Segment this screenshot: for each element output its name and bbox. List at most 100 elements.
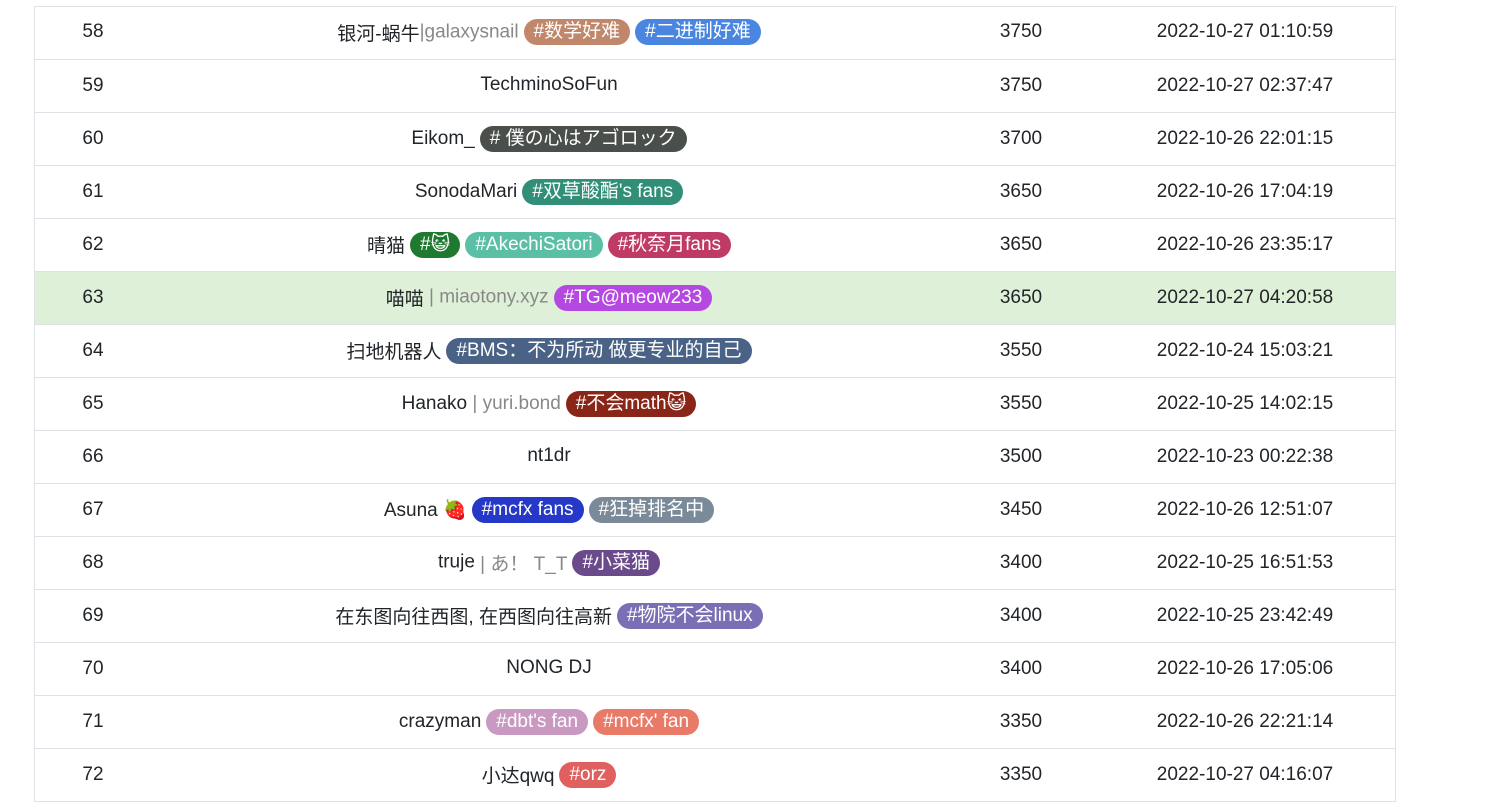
user-suffix: | yuri.bond [467,392,561,414]
user-tag-badge: #dbt's fan [486,708,589,735]
user-name: 晴猫 [366,236,405,257]
score-cell: 3350 [947,748,1095,802]
score-cell: 3650 [947,165,1095,219]
time-cell: 2022-10-26 22:21:14 [1095,695,1396,749]
score-cell: 3500 [947,430,1095,484]
score-cell: 3650 [947,271,1095,325]
table-row: 60 Eikom_ # 僕の心はアゴロック 3700 2022-10-26 22:01:… [34,112,1396,166]
user-cell: crazyman #dbt's fan #mcfx' fan [151,695,947,749]
user-name: SonodaMari [414,180,518,202]
rank-cell: 66 [34,430,151,484]
user-cell: truje | あ！ T_T #小菜猫 [151,536,947,590]
user-tag-badge: #双草酸酯's fans [522,178,684,205]
scoreboard: 58 银河-蜗牛|galaxysnail #数学好难 #二进制好难 3750 2022-1… [34,6,1396,802]
table-row: 71 crazyman #dbt's fan #mcfx' fan 3350 2022-1… [34,695,1396,749]
user-name: Eikom_ [411,127,475,149]
time-cell: 2022-10-27 02:37:47 [1095,59,1396,113]
user-tag-badge: #😺 [409,231,461,258]
rank-cell: 67 [34,483,151,537]
user-tag-badge: #狂掉排名中 [588,496,715,523]
score-cell: 3550 [947,324,1095,378]
user-suffix: | miaotony.xyz [423,286,549,308]
scoreboard-body: 58 银河-蜗牛|galaxysnail #数学好难 #二进制好难 3750 2022-1… [34,6,1396,802]
user-name: 扫地机器人 [346,342,442,363]
score-cell: 3750 [947,59,1095,113]
user-tag-badge: #AkechiSatori [465,231,603,258]
user-cell: Eikom_ # 僕の心はアゴロック [151,112,947,166]
table-row: 70 NONG DJ 3400 2022-10-26 17:05:06 [34,642,1396,696]
user-tag-badge: #小菜猫 [572,549,661,576]
time-cell: 2022-10-26 23:35:17 [1095,218,1396,272]
user-tag-badge: #mcfx fans [471,496,584,523]
rank-cell: 69 [34,589,151,643]
user-cell: 小达qwq #orz [151,748,947,802]
table-row: 65 Hanako | yuri.bond #不会math😺 3550 2022-10-… [34,377,1396,431]
user-suffix: |galaxysnail [419,21,519,43]
user-cell: Hanako | yuri.bond #不会math😺 [151,377,947,431]
user-cell: 喵喵 | miaotony.xyz #TG@meow233 [151,271,947,325]
rank-cell: 59 [34,59,151,113]
time-cell: 2022-10-23 00:22:38 [1095,430,1396,484]
rank-cell: 62 [34,218,151,272]
user-name: 喵喵 [385,289,424,310]
user-tag-badge: #秋奈月fans [607,231,732,258]
user-name: crazyman [398,710,482,732]
user-tag-badge: #BMS：不为所动 做更专业的自己 [446,337,752,364]
user-tag-badge: #orz [559,761,617,788]
table-row: 66 nt1dr 3500 2022-10-23 00:22:38 [34,430,1396,484]
time-cell: 2022-10-26 22:01:15 [1095,112,1396,166]
rank-cell: 58 [34,6,151,60]
table-row: 64 扫地机器人 #BMS：不为所动 做更专业的自己 3550 2022-10-24 1… [34,324,1396,378]
user-cell: Asuna 🍓 #mcfx fans #狂掉排名中 [151,483,947,537]
user-name: truje [437,551,475,573]
score-cell: 3400 [947,536,1095,590]
rank-cell: 68 [34,536,151,590]
rank-cell: 65 [34,377,151,431]
rank-cell: 71 [34,695,151,749]
score-cell: 3550 [947,377,1095,431]
user-cell: NONG DJ [151,642,947,696]
rank-cell: 60 [34,112,151,166]
user-tag-badge: #mcfx' fan [593,708,700,735]
table-row: 72 小达qwq #orz 3350 2022-10-27 04:16:07 [34,748,1396,802]
time-cell: 2022-10-26 12:51:07 [1095,483,1396,537]
table-row: 58 银河-蜗牛|galaxysnail #数学好难 #二进制好难 3750 2022-1… [34,6,1396,60]
user-name: 银河-蜗牛 [337,23,420,45]
table-row: 62 晴猫 #😺 #AkechiSatori #秋奈月fans 3650 2022-10-2… [34,218,1396,272]
table-row: 59 TechminoSoFun 3750 2022-10-27 02:37:47 [34,59,1396,113]
user-cell: 扫地机器人 #BMS：不为所动 做更专业的自己 [151,324,947,378]
score-cell: 3750 [947,6,1095,60]
table-row: 67 Asuna 🍓 #mcfx fans #狂掉排名中 3450 2022-10-26 … [34,483,1396,537]
user-cell: 银河-蜗牛|galaxysnail #数学好难 #二进制好难 [151,6,947,60]
time-cell: 2022-10-25 23:42:49 [1095,589,1396,643]
rank-cell: 61 [34,165,151,219]
table-top-border [34,6,1394,7]
time-cell: 2022-10-24 15:03:21 [1095,324,1396,378]
user-name: Asuna 🍓 [383,499,467,521]
score-cell: 3400 [947,642,1095,696]
rank-cell: 64 [34,324,151,378]
time-cell: 2022-10-26 17:04:19 [1095,165,1396,219]
time-cell: 2022-10-26 17:05:06 [1095,642,1396,696]
table-row: 61 SonodaMari #双草酸酯's fans 3650 2022-10-26 1… [34,165,1396,219]
score-cell: 3650 [947,218,1095,272]
user-cell: TechminoSoFun [151,59,947,113]
user-name: 小达qwq [481,766,555,787]
user-name: nt1dr [527,445,571,467]
time-cell: 2022-10-27 01:10:59 [1095,6,1396,60]
user-tag-badge: # 僕の心はアゴロック [479,125,687,152]
user-tag-badge: #不会math😺 [565,390,697,417]
score-cell: 3700 [947,112,1095,166]
time-cell: 2022-10-27 04:16:07 [1095,748,1396,802]
user-name: Hanako [401,392,468,414]
time-cell: 2022-10-25 14:02:15 [1095,377,1396,431]
user-cell: 晴猫 #😺 #AkechiSatori #秋奈月fans [151,218,947,272]
time-cell: 2022-10-25 16:51:53 [1095,536,1396,590]
user-name: 在东图向往西图, 在西图向往高新 [335,607,612,628]
user-tag-badge: #数学好难 [523,19,631,46]
user-tag-badge: #TG@meow233 [553,284,713,311]
user-suffix: | あ！ T_T [474,554,568,575]
user-tag-badge: #物院不会linux [616,602,763,629]
user-name: TechminoSoFun [480,74,618,96]
user-cell: SonodaMari #双草酸酯's fans [151,165,947,219]
